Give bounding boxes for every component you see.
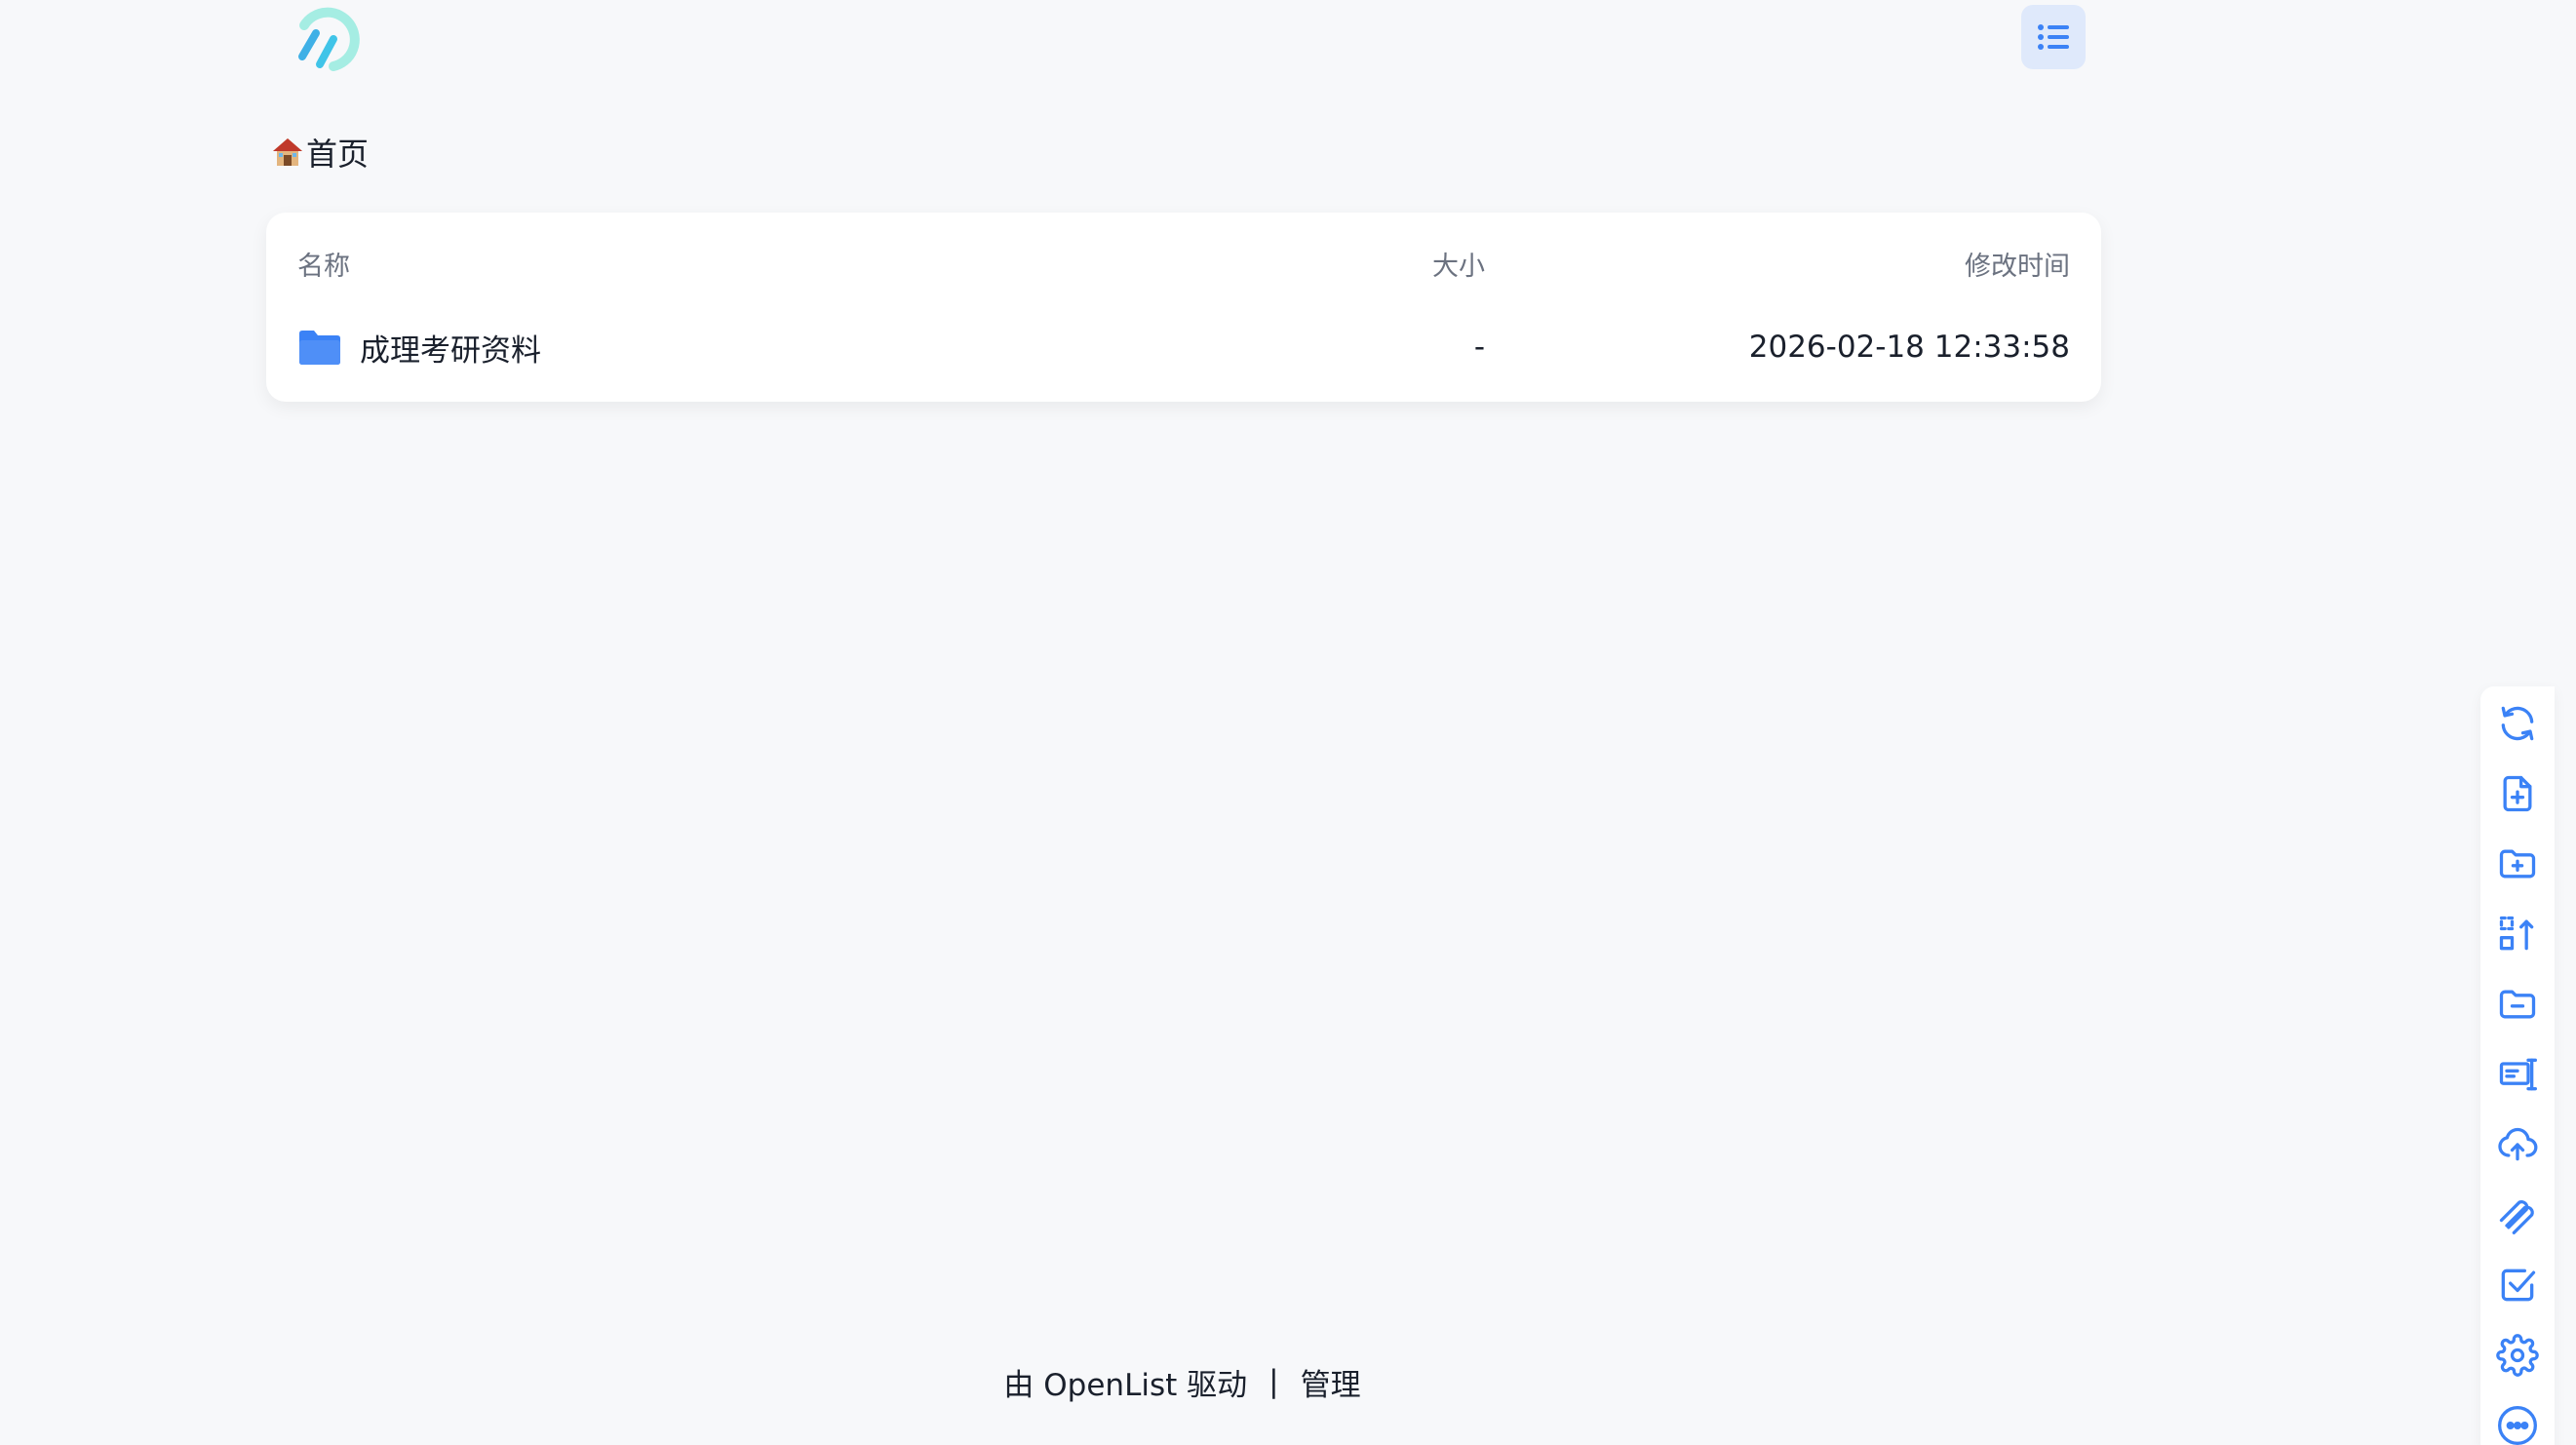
file-modified: 2026-02-18 12:33:58	[1748, 330, 2070, 365]
right-toolbar	[2480, 686, 2555, 1445]
settings-icon	[2496, 1334, 2539, 1377]
offline-download-button[interactable]	[2494, 1191, 2541, 1238]
more-icon	[2498, 1406, 2537, 1445]
manage-link[interactable]: 管理	[1301, 1360, 1361, 1404]
offline-download-icon	[2499, 1200, 2534, 1234]
settings-button[interactable]	[2494, 1332, 2541, 1379]
layout-switch-button[interactable]	[2021, 5, 2086, 69]
remove-folder-icon	[2499, 990, 2536, 1019]
upload-button[interactable]	[2494, 1121, 2541, 1168]
select-button[interactable]	[2494, 1262, 2541, 1308]
file-list-header: 名称 大小 修改时间	[297, 242, 2070, 285]
home-icon	[273, 138, 302, 166]
file-list: 名称 大小 修改时间 成理考研资料 - 2026-02-18 12:33:58	[266, 213, 2101, 402]
footer-separator: |	[1268, 1364, 1279, 1399]
remove-folder-button[interactable]	[2494, 981, 2541, 1028]
refresh-button[interactable]	[2494, 700, 2541, 747]
sort-icon	[2499, 916, 2534, 951]
column-name-header[interactable]: 名称	[297, 245, 1095, 283]
openlist-logo-icon	[298, 7, 360, 71]
footer: 由 OpenList 驱动 | 管理	[0, 1358, 2364, 1405]
column-size-header[interactable]: 大小	[1095, 245, 1485, 283]
new-folder-icon	[2499, 849, 2536, 879]
more-button[interactable]	[2494, 1402, 2541, 1445]
file-name: 成理考研资料	[360, 332, 541, 369]
list-icon	[2038, 24, 2069, 50]
new-file-icon	[2503, 775, 2532, 812]
folder-icon	[299, 331, 340, 365]
file-row[interactable]: 成理考研资料 - 2026-02-18 12:33:58	[297, 318, 2070, 376]
breadcrumb-home-link[interactable]: 首页	[306, 130, 369, 175]
local-settings-button[interactable]	[2494, 1051, 2541, 1098]
powered-by-link[interactable]: 由 OpenList 驱动	[1003, 1360, 1247, 1404]
page: 首页 名称 大小 修改时间 成理考研资料 - 2026-02-18 12:33:…	[0, 0, 2576, 1445]
sort-button[interactable]	[2494, 911, 2541, 957]
file-size: -	[1473, 330, 1485, 365]
logo[interactable]	[291, 4, 361, 74]
new-file-button[interactable]	[2494, 770, 2541, 817]
local-settings-icon	[2499, 1058, 2537, 1091]
upload-icon	[2498, 1127, 2538, 1161]
column-modified-header[interactable]: 修改时间	[1485, 245, 2070, 283]
file-name-cell: 成理考研资料	[297, 326, 1095, 370]
breadcrumb: 首页	[271, 129, 369, 176]
refresh-icon	[2501, 706, 2534, 741]
new-folder-button[interactable]	[2494, 840, 2541, 887]
select-icon	[2501, 1269, 2536, 1302]
